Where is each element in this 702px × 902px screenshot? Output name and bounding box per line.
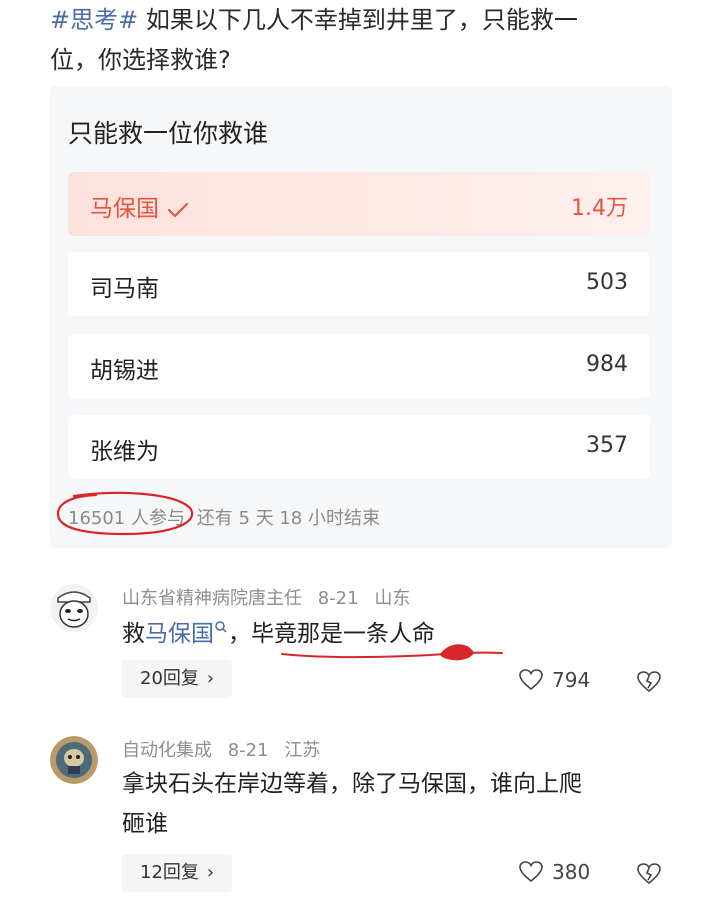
red-underline-annotation (281, 644, 503, 661)
comment-text-prefix: 救 (122, 621, 145, 647)
post-line-1-text: 如果以下几人不幸掉到井里了，只能救一 (138, 6, 578, 34)
post-line-1: #思考# 如果以下几人不幸掉到井里了，只能救一 (50, 0, 690, 40)
reply-count-button[interactable]: 20回复 › (122, 660, 233, 698)
poll-option-count: 357 (586, 433, 628, 458)
post-text: #思考# 如果以下几人不幸掉到井里了，只能救一 位，你选择救谁? (50, 0, 690, 80)
mascot-avatar-icon[interactable] (50, 736, 98, 784)
chevron-right-icon: › (206, 862, 215, 883)
comment-location: 山东 (374, 588, 411, 609)
comment-date: 8-21 (227, 740, 269, 761)
comment-text-line-2: 砸谁 (122, 811, 168, 837)
reply-count-button[interactable]: 12回复 › (122, 854, 233, 892)
poll-option-count: 503 (586, 270, 628, 295)
reply-count: 12回复 (140, 862, 199, 883)
comment-author[interactable]: 山东省精神病院唐主任 (122, 588, 302, 609)
like-button[interactable]: 380 (518, 860, 590, 884)
red-circle-annotation (56, 491, 194, 536)
meme-face-icon[interactable] (50, 584, 98, 632)
broken-heart-icon[interactable] (636, 670, 662, 694)
comment-location: 江苏 (284, 740, 321, 761)
poll-option-label: 张维为 (90, 439, 159, 465)
chevron-right-icon: › (206, 668, 215, 689)
hashtag[interactable]: #思考# (50, 6, 138, 34)
poll-option-label: 马保国 (90, 189, 189, 223)
comment-meta: 自动化集成 8-21 江苏 (122, 736, 330, 762)
poll-option-count: 1.4万 (571, 196, 628, 221)
like-count: 794 (552, 668, 591, 692)
broken-heart-icon[interactable] (636, 862, 662, 886)
like-count: 380 (552, 860, 591, 884)
comment-1: 山东省精神病院唐主任 8-21 山东 救马保国 ，毕竟那是一条人命 20回复 › 7… (50, 584, 680, 704)
heart-icon (519, 861, 543, 883)
comment-date: 8-21 (317, 588, 359, 609)
comment-text: 拿块石头在岸边等着，除了马保国，谁向上爬 砸谁 (122, 764, 702, 844)
like-button[interactable]: 794 (518, 668, 590, 692)
comment-meta: 山东省精神病院唐主任 8-21 山东 (122, 584, 420, 610)
poll-option-2[interactable]: 司马南 503 (68, 252, 650, 316)
search-icon (215, 621, 227, 633)
poll-option-count: 984 (586, 352, 628, 377)
poll-card: 只能救一位你救谁 马保国 1.4万 司马南 503 胡锡进 984 张维为 35… (50, 86, 672, 548)
comment-author[interactable]: 自动化集成 (122, 740, 212, 761)
comment-2: 自动化集成 8-21 江苏 拿块石头在岸边等着，除了马保国，谁向上爬 砸谁 12… (50, 736, 680, 900)
poll-remaining-time: 还有 5 天 18 小时结束 (196, 508, 380, 529)
poll-option-3[interactable]: 胡锡进 984 (68, 334, 650, 398)
heart-icon (519, 669, 543, 691)
poll-option-1[interactable]: 马保国 1.4万 (68, 172, 650, 236)
mention-link[interactable]: 马保国 (145, 621, 228, 647)
check-icon (167, 202, 189, 217)
poll-option-label: 胡锡进 (90, 358, 159, 384)
poll-title: 只能救一位你救谁 (68, 119, 269, 148)
reply-count: 20回复 (140, 668, 199, 689)
post-line-2: 位，你选择救谁? (50, 46, 231, 74)
poll-option-label: 司马南 (90, 276, 159, 302)
poll-option-4[interactable]: 张维为 357 (68, 415, 650, 479)
comment-text-line-1: 拿块石头在岸边等着，除了马保国，谁向上爬 (122, 771, 582, 797)
